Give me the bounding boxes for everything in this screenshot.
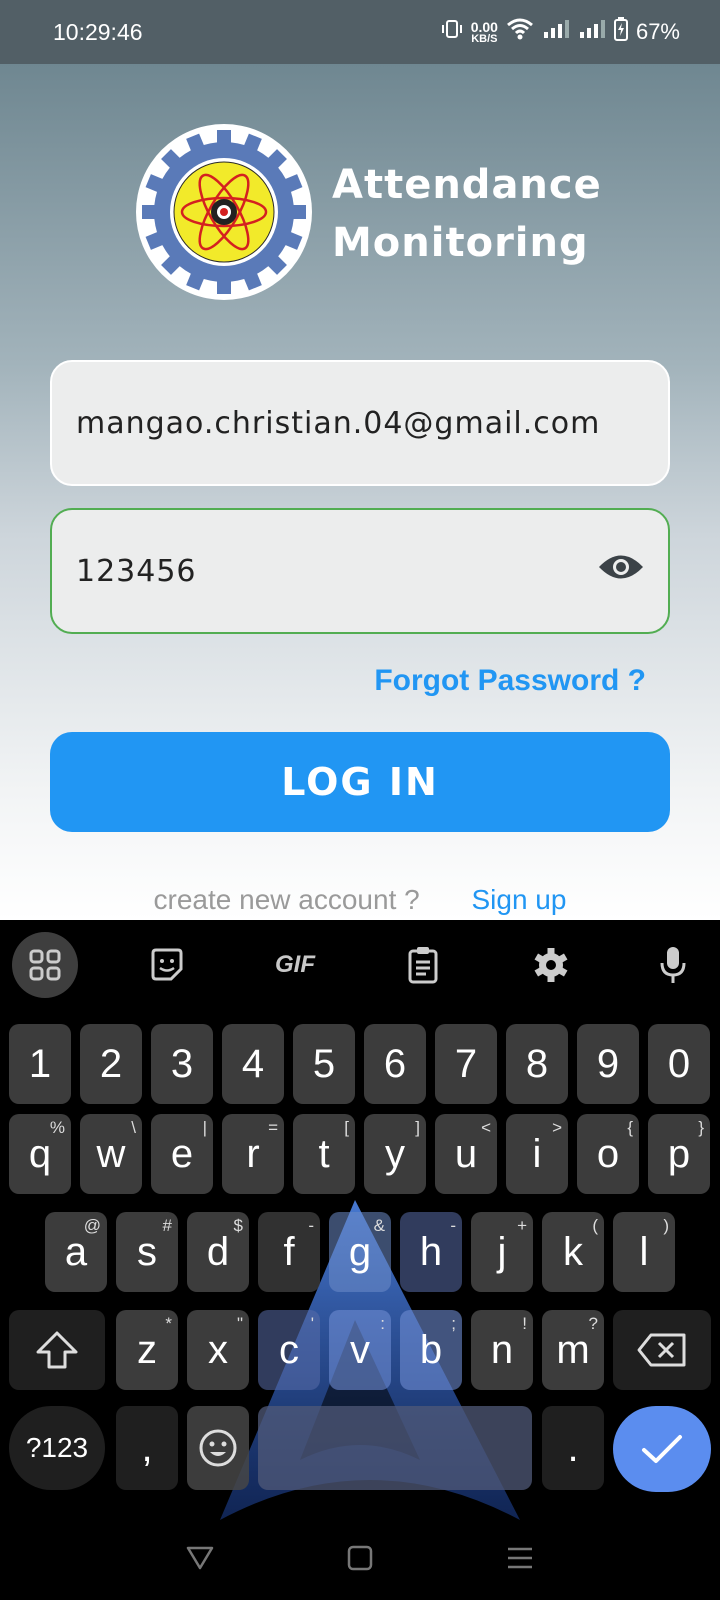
- comma-key[interactable]: ,: [116, 1406, 178, 1490]
- key-p[interactable]: p}: [648, 1114, 710, 1194]
- key-1[interactable]: 1: [9, 1024, 71, 1104]
- space-key[interactable]: [258, 1406, 532, 1490]
- status-bar: 10:29:46 0.00 KB/S 67%: [0, 0, 720, 64]
- key-m[interactable]: m?: [542, 1310, 604, 1390]
- triangle-back-icon[interactable]: [186, 1545, 214, 1576]
- key-k[interactable]: k(: [542, 1212, 604, 1292]
- apps-grid-icon[interactable]: [12, 932, 78, 998]
- forgot-password-link[interactable]: Forgot Password ?: [374, 664, 646, 698]
- sticker-icon[interactable]: [134, 932, 200, 998]
- signal-icon: [542, 18, 570, 46]
- vibrate-icon: [441, 18, 463, 46]
- key-e[interactable]: e |: [151, 1114, 213, 1194]
- network-speed: 0.00 KB/S: [470, 19, 498, 45]
- key-a[interactable]: a @: [45, 1212, 107, 1292]
- emoji-key[interactable]: [187, 1406, 249, 1490]
- key-5[interactable]: 5: [293, 1024, 355, 1104]
- key-4[interactable]: 4: [222, 1024, 284, 1104]
- backspace-key[interactable]: [613, 1310, 711, 1390]
- key-3[interactable]: 3: [151, 1024, 213, 1104]
- key-l[interactable]: l): [613, 1212, 675, 1292]
- clipboard-icon[interactable]: [390, 932, 456, 998]
- key-0[interactable]: 0: [648, 1024, 710, 1104]
- signup-link[interactable]: Sign up: [471, 884, 566, 915]
- key-t[interactable]: t[: [293, 1114, 355, 1194]
- create-account-prompt: create new account ?: [153, 884, 420, 915]
- key-s[interactable]: s #: [116, 1212, 178, 1292]
- app-title: Attendance Monitoring: [332, 156, 602, 272]
- enter-key[interactable]: [613, 1406, 711, 1492]
- password-field[interactable]: 123456: [50, 508, 670, 634]
- navigation-bar: [0, 1520, 720, 1600]
- keyboard-toolbar: GIF: [0, 920, 720, 1010]
- shift-icon: [36, 1331, 78, 1369]
- password-value: 123456: [76, 553, 197, 589]
- key-9[interactable]: 9: [577, 1024, 639, 1104]
- key-w[interactable]: w \: [80, 1114, 142, 1194]
- login-screen: Attendance Monitoring mangao.christian.0…: [0, 64, 720, 920]
- key-i[interactable]: i >: [506, 1114, 568, 1194]
- key-y[interactable]: y]: [364, 1114, 426, 1194]
- key-b[interactable]: b;: [400, 1310, 462, 1390]
- microphone-icon[interactable]: [640, 932, 706, 998]
- gear-icon[interactable]: [518, 932, 584, 998]
- signal-icon-2: [578, 18, 606, 46]
- key-h[interactable]: h-: [400, 1212, 462, 1292]
- key-x[interactable]: x ": [187, 1310, 249, 1390]
- key-u[interactable]: u <: [435, 1114, 497, 1194]
- key-v[interactable]: v:: [329, 1310, 391, 1390]
- backspace-icon: [637, 1333, 686, 1367]
- eye-icon[interactable]: [598, 552, 644, 590]
- key-c[interactable]: c ': [258, 1310, 320, 1390]
- app-title-line1: Attendance: [332, 162, 602, 208]
- key-q[interactable]: q%: [9, 1114, 71, 1194]
- key-j[interactable]: j +: [471, 1212, 533, 1292]
- menu-recents-icon[interactable]: [506, 1545, 534, 1576]
- email-field[interactable]: mangao.christian.04@gmail.com: [50, 360, 670, 486]
- battery-percent: 67%: [635, 19, 680, 44]
- app-title-line2: Monitoring: [332, 220, 589, 266]
- key-6[interactable]: 6: [364, 1024, 426, 1104]
- seal-graphic: [142, 130, 306, 294]
- gif-button[interactable]: GIF: [262, 932, 328, 998]
- battery-charging-icon: [613, 17, 628, 47]
- wifi-icon: [506, 17, 534, 47]
- shift-key[interactable]: [9, 1310, 105, 1390]
- college-seal-logo: [136, 124, 312, 300]
- key-z[interactable]: z *: [116, 1310, 178, 1390]
- soft-keyboard: GIF 1 2 3 4 5 6 7 8 9 0 q% w \ e | r = t[ y…: [0, 920, 720, 1520]
- email-value: mangao.christian.04@gmail.com: [76, 405, 601, 441]
- status-icons: 0.00 KB/S 67%: [441, 17, 680, 47]
- login-button[interactable]: LOG IN: [50, 732, 670, 832]
- key-7[interactable]: 7: [435, 1024, 497, 1104]
- symbols-key[interactable]: ?123: [9, 1406, 105, 1490]
- emoji-icon: [199, 1429, 237, 1467]
- key-g[interactable]: g &: [329, 1212, 391, 1292]
- network-speed-unit: KB/S: [471, 33, 498, 45]
- network-speed-value: 0.00: [470, 19, 498, 35]
- checkmark-icon: [642, 1435, 682, 1463]
- status-time: 10:29:46: [53, 18, 143, 45]
- key-n[interactable]: n!: [471, 1310, 533, 1390]
- key-8[interactable]: 8: [506, 1024, 568, 1104]
- key-o[interactable]: o{: [577, 1114, 639, 1194]
- square-home-icon[interactable]: [346, 1544, 374, 1577]
- key-d[interactable]: d $: [187, 1212, 249, 1292]
- key-2[interactable]: 2: [80, 1024, 142, 1104]
- key-r[interactable]: r =: [222, 1114, 284, 1194]
- key-f[interactable]: f-: [258, 1212, 320, 1292]
- period-key[interactable]: .: [542, 1406, 604, 1490]
- signup-row: create new account ? Sign up: [0, 884, 720, 916]
